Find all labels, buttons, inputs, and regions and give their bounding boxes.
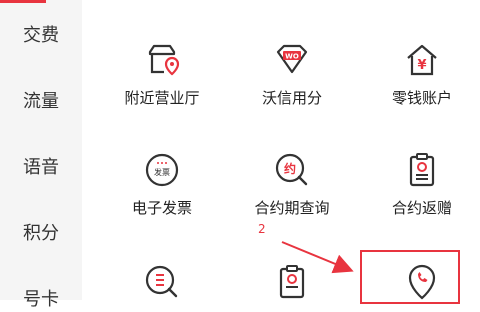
annotation-highlight-box [360, 250, 460, 304]
